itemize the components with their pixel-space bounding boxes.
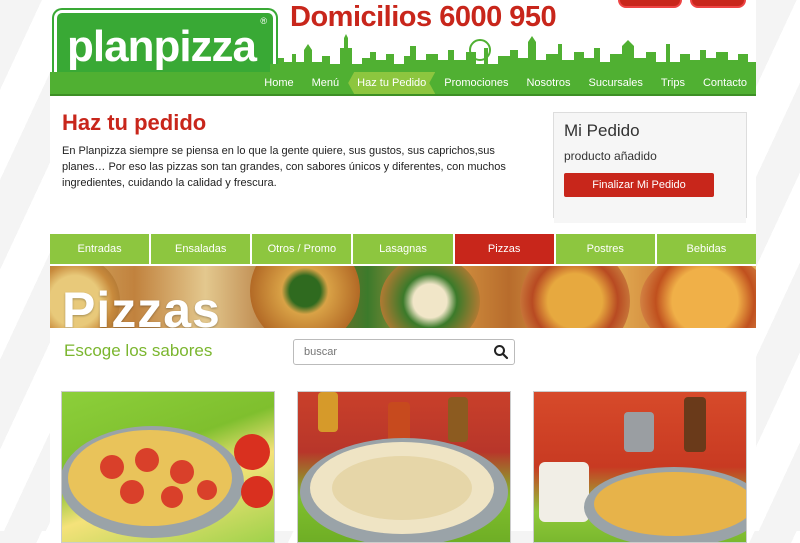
search-icon[interactable] [493,344,509,360]
nav-item-promociones[interactable]: Promociones [435,72,517,94]
category-tab-postres[interactable]: Postres [555,234,657,264]
top-tab-right[interactable] [690,0,746,8]
category-tab-pizzas[interactable]: Pizzas [454,234,556,264]
order-box: Mi Pedido producto añadido Finalizar Mi … [553,112,747,223]
top-tab-left[interactable] [618,0,682,8]
pizza-image-3 [539,397,746,542]
nav-item-trips[interactable]: Trips [652,72,694,94]
category-tab-otros-promo[interactable]: Otros / Promo [252,234,354,264]
search-box [293,339,515,365]
product-card-2[interactable] [297,391,511,543]
choose-flavors-heading: Escoge los sabores [64,341,213,360]
main-nav: Home Menú Haz tu Pedido Promociones Nosotros… [50,72,756,96]
category-tabs: Entradas Ensaladas Otros / Promo Lasagnas Pi… [50,234,756,264]
main-nav-items: Home Menú Haz tu Pedido Promociones Nosotros… [255,72,756,94]
finalize-order-button[interactable]: Finalizar Mi Pedido [564,173,714,197]
city-skyline-icon [270,34,756,72]
pizza-image-2 [300,392,508,542]
category-tab-ensaladas[interactable]: Ensaladas [151,234,253,264]
product-card-1[interactable] [61,391,275,543]
order-status: producto añadido [564,149,657,163]
nav-item-sucursales[interactable]: Sucursales [580,72,652,94]
delivery-phone: Domicilios 6000 950 [290,1,557,33]
nav-item-nosotros[interactable]: Nosotros [517,72,579,94]
pizzas-banner: Pizzas [50,266,756,328]
page-container: planpizza ® Domicilios 6000 950 Home Menú… [50,0,756,543]
order-title: Mi Pedido [564,121,640,140]
registered-mark: ® [260,16,267,26]
page-title: Haz tu pedido [62,110,207,135]
product-card-3[interactable] [533,391,747,543]
nav-item-contacto[interactable]: Contacto [694,72,756,94]
nav-item-home[interactable]: Home [255,72,302,94]
nav-item-haz-tu-pedido[interactable]: Haz tu Pedido [348,72,435,94]
logo-text: planpizza [67,22,257,71]
nav-item-men-[interactable]: Menú [303,72,349,94]
banner-title: Pizzas [62,282,221,328]
search-input[interactable] [302,343,486,361]
category-tab-entradas[interactable]: Entradas [50,234,152,264]
category-tab-bebidas[interactable]: Bebidas [656,234,756,264]
pizza-image-1 [62,426,273,538]
category-tab-lasagnas[interactable]: Lasagnas [353,234,455,264]
intro-text: En Planpizza siempre se piensa en lo que… [62,145,506,189]
